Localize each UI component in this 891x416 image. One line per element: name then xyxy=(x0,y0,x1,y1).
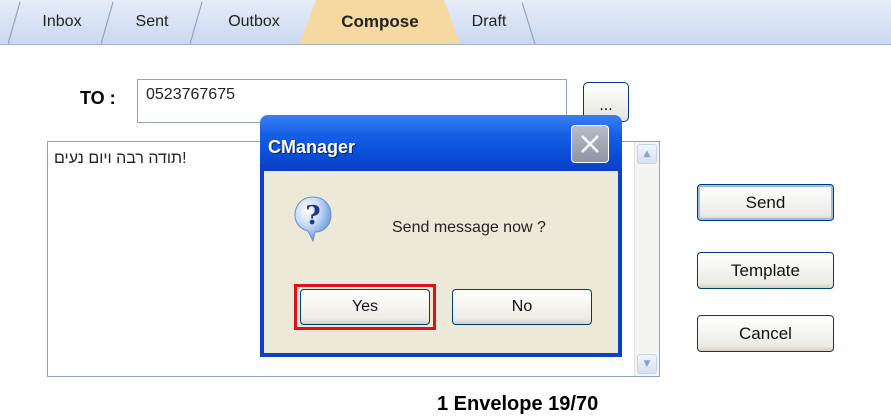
cancel-button[interactable]: Cancel xyxy=(697,315,834,352)
close-icon[interactable] xyxy=(571,125,609,163)
tab-divider xyxy=(190,2,203,44)
tab-bar: Inbox Sent Outbox Compose Draft xyxy=(0,0,891,45)
dialog-message: Send message now ? xyxy=(392,219,546,236)
close-x-glyph xyxy=(581,135,599,153)
tab-outbox[interactable]: Outbox xyxy=(204,0,304,43)
tab-label: Compose xyxy=(341,11,419,31)
tab-label: Inbox xyxy=(42,12,82,30)
scroll-up-icon[interactable]: ▲ xyxy=(637,144,657,164)
tab-compose[interactable]: Compose xyxy=(300,0,460,43)
dialog-title: CManager xyxy=(268,137,356,157)
dialog-body: ? Send message now ? Yes No xyxy=(264,171,618,353)
tab-label: Sent xyxy=(135,12,169,30)
to-label: TO : xyxy=(80,88,116,108)
message-text: !תודה רבה ויום נעים xyxy=(54,150,187,167)
question-icon: ? xyxy=(294,196,332,243)
tab-inbox[interactable]: Inbox xyxy=(24,0,100,43)
no-button[interactable]: No xyxy=(452,289,592,325)
tab-divider xyxy=(522,2,536,44)
svg-text:?: ? xyxy=(305,201,320,231)
tab-sent[interactable]: Sent xyxy=(116,0,188,43)
message-scrollbar[interactable]: ▲ ▼ xyxy=(634,142,659,376)
yes-button[interactable]: Yes xyxy=(300,289,430,325)
envelope-counter: 1 Envelope 19/70 xyxy=(437,393,599,415)
tab-divider xyxy=(8,2,21,44)
send-button[interactable]: Send xyxy=(697,184,834,221)
template-button[interactable]: Template xyxy=(697,252,834,289)
confirm-dialog: CManager ? Send message now ? Yes No xyxy=(260,115,622,357)
tab-draft[interactable]: Draft xyxy=(458,0,520,43)
tab-label: Outbox xyxy=(228,12,280,30)
dialog-title-bar[interactable]: CManager xyxy=(260,115,622,171)
tab-label: Draft xyxy=(471,12,507,30)
tab-divider xyxy=(101,2,114,44)
scroll-down-icon[interactable]: ▼ xyxy=(637,354,657,374)
